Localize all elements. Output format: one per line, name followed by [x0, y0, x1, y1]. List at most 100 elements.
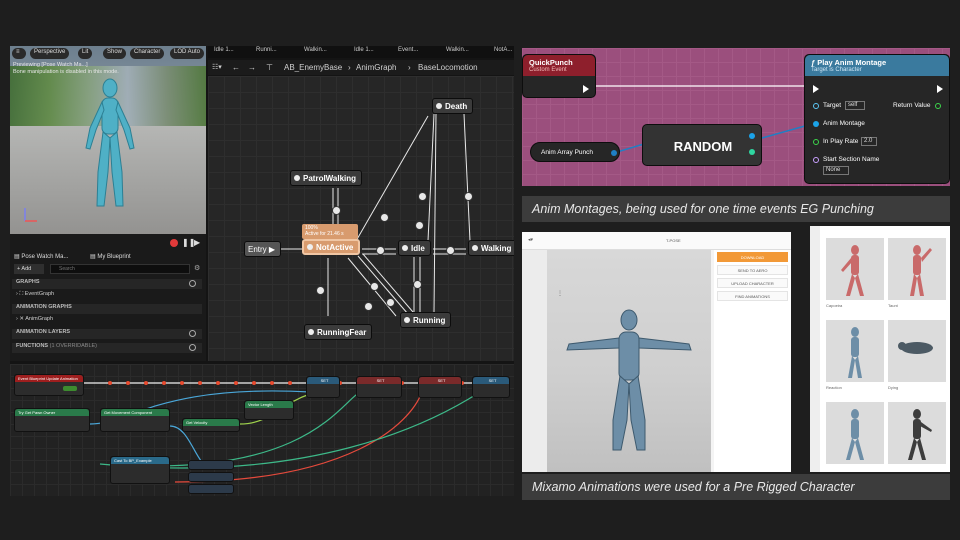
upload-character-button[interactable]: UPLOAD CHARACTER: [717, 278, 788, 288]
perspective-button[interactable]: Perspective: [30, 48, 70, 59]
animation-thumbnail[interactable]: [826, 238, 884, 300]
character-pose-icon: [910, 245, 932, 296]
set-node[interactable]: SET: [472, 376, 510, 398]
download-button[interactable]: DOWNLOAD: [717, 252, 788, 262]
state-running[interactable]: Running: [400, 312, 452, 328]
transition-rule-icon[interactable]: [413, 280, 422, 289]
tab-notactive[interactable]: NotA...: [494, 47, 512, 53]
node-cast-to[interactable]: Cast To BP_Example: [110, 456, 170, 484]
transition-rule-icon[interactable]: [332, 206, 341, 215]
animation-thumbnail[interactable]: [888, 238, 946, 300]
section-animation-layers[interactable]: ANIMATION LAYERS: [12, 329, 202, 339]
step-forward-icon[interactable]: ▶: [194, 238, 200, 247]
transition-rule-icon[interactable]: [415, 221, 424, 230]
set-variable-node[interactable]: [188, 484, 234, 494]
event-update-node[interactable]: Event Blueprint Update Animation: [14, 374, 84, 396]
index-pin[interactable]: [749, 149, 755, 155]
transition-rule-icon[interactable]: [418, 192, 427, 201]
tab-idle-2[interactable]: Idle 1...: [354, 47, 374, 53]
output-pin[interactable]: [749, 133, 755, 139]
set-node[interactable]: SET: [306, 376, 340, 398]
set-node[interactable]: SET: [356, 376, 402, 398]
set-variable-node[interactable]: [188, 472, 234, 482]
add-button[interactable]: + Add: [14, 264, 44, 274]
animation-thumbnail[interactable]: [888, 320, 946, 382]
breadcrumb-separator: ›: [348, 63, 351, 72]
transition-rule-icon[interactable]: [464, 192, 473, 201]
lod-button[interactable]: LOD Auto: [170, 48, 205, 59]
event-graph[interactable]: Event Blueprint Update Animation Try Get…: [10, 364, 514, 496]
state-not-active[interactable]: NotActive: [302, 239, 361, 255]
tab-idle[interactable]: Idle 1...: [214, 47, 234, 53]
forward-arrow-icon[interactable]: →: [248, 63, 256, 72]
exec-out-pin-icon[interactable]: [937, 85, 943, 93]
record-icon[interactable]: [170, 239, 178, 247]
random-node[interactable]: RANDOM: [642, 124, 762, 166]
target-value[interactable]: self: [845, 101, 865, 110]
section-animation-graphs[interactable]: ANIMATION GRAPHS: [12, 304, 202, 314]
node-vector-length[interactable]: Vector Length: [244, 400, 294, 420]
anim-array-punch-node[interactable]: Anim Array Punch: [530, 142, 620, 162]
exec-in-pin-icon[interactable]: [813, 85, 819, 93]
breadcrumb-graph[interactable]: AnimGraph: [356, 63, 396, 72]
node-try-get-pawn-owner[interactable]: Try Get Pawn Owner: [14, 408, 90, 432]
search-input[interactable]: [50, 264, 190, 274]
back-icon[interactable]: ◂▾: [528, 237, 533, 243]
node-get-velocity[interactable]: Get Velocity: [182, 418, 240, 432]
breadcrumb-state-machine[interactable]: BaseLocomotion: [418, 63, 478, 72]
transition-rule-icon[interactable]: [386, 298, 395, 307]
transition-rule-icon[interactable]: [364, 302, 373, 311]
target-pin[interactable]: [813, 103, 819, 109]
state-idle[interactable]: Idle: [398, 240, 431, 256]
tab-event[interactable]: Event...: [398, 47, 418, 53]
section-name-value[interactable]: None: [823, 166, 849, 175]
tab-my-blueprint[interactable]: ▤ My Blueprint: [90, 253, 131, 260]
item-event-graph[interactable]: › ⛶ EventGraph: [12, 291, 202, 301]
animation-thumbnail[interactable]: [826, 320, 884, 382]
item-anim-graph[interactable]: › ✕ AnimGraph: [12, 316, 202, 326]
breadcrumb-asset[interactable]: AB_EnemyBase: [284, 63, 342, 72]
viewport-menu-button[interactable]: ≡: [12, 48, 26, 59]
viewport-tools-icon[interactable]: ⋮: [557, 290, 563, 297]
character-button[interactable]: Character: [130, 48, 165, 59]
set-variable-node[interactable]: [188, 460, 234, 470]
section-name-pin[interactable]: [813, 157, 819, 163]
animation-thumbnails: Capoeira Taunt Reaction Dying: [810, 226, 950, 472]
transition-rule-icon[interactable]: [446, 246, 455, 255]
state-walking[interactable]: Walking: [468, 240, 514, 256]
transition-rule-icon[interactable]: [370, 282, 379, 291]
state-running-fear[interactable]: RunningFear: [304, 324, 373, 340]
tab-walking[interactable]: Walkin...: [304, 47, 327, 53]
menu-icon[interactable]: ☷▾: [212, 63, 222, 71]
section-functions[interactable]: FUNCTIONS (1 OVERRIDABLE): [12, 343, 202, 353]
section-graphs[interactable]: GRAPHS: [12, 279, 202, 289]
transition-rule-icon[interactable]: [376, 246, 385, 255]
state-death[interactable]: Death: [432, 98, 474, 114]
animation-thumbnail[interactable]: [888, 402, 946, 464]
tab-running[interactable]: Runni...: [256, 47, 277, 53]
array-pin[interactable]: [611, 150, 617, 156]
state-patrol-walking[interactable]: PatrolWalking: [290, 170, 363, 186]
settings-gear-icon[interactable]: ⚙: [194, 264, 200, 272]
play-anim-montage-node[interactable]: ƒ Play Anim Montage Target is Character …: [804, 54, 950, 184]
node-get-movement-component[interactable]: Get Movement Component: [100, 408, 170, 432]
show-button[interactable]: Show: [103, 48, 127, 59]
tab-walking-2[interactable]: Walkin...: [446, 47, 469, 53]
lit-button[interactable]: Lit: [78, 48, 93, 59]
preview-viewport[interactable]: ≡ Perspective Lit Show Character LOD Aut…: [10, 46, 206, 251]
transition-rule-icon[interactable]: [316, 286, 325, 295]
return-value-pin[interactable]: [935, 103, 941, 109]
play-rate-value[interactable]: 2.0: [861, 137, 877, 146]
transition-rule-icon[interactable]: [380, 213, 389, 222]
anim-montage-pin[interactable]: [813, 121, 819, 127]
find-animations-button[interactable]: FIND ANIMATIONS: [717, 291, 788, 301]
mixamo-preview-stage[interactable]: ⋮: [547, 250, 711, 472]
back-arrow-icon[interactable]: ←: [232, 63, 240, 72]
animation-thumbnail[interactable]: [826, 402, 884, 464]
play-rate-pin[interactable]: [813, 139, 819, 145]
set-node[interactable]: SET: [418, 376, 462, 398]
state-entry[interactable]: Entry ▶: [244, 241, 282, 257]
tab-pose-watch[interactable]: ▤ Pose Watch Ma...: [14, 253, 68, 260]
send-to-aero-button[interactable]: SEND TO AERO: [717, 265, 788, 275]
state-machine-graph[interactable]: Entry ▶ 100% Active for 21.46 s NotActiv…: [208, 76, 514, 361]
